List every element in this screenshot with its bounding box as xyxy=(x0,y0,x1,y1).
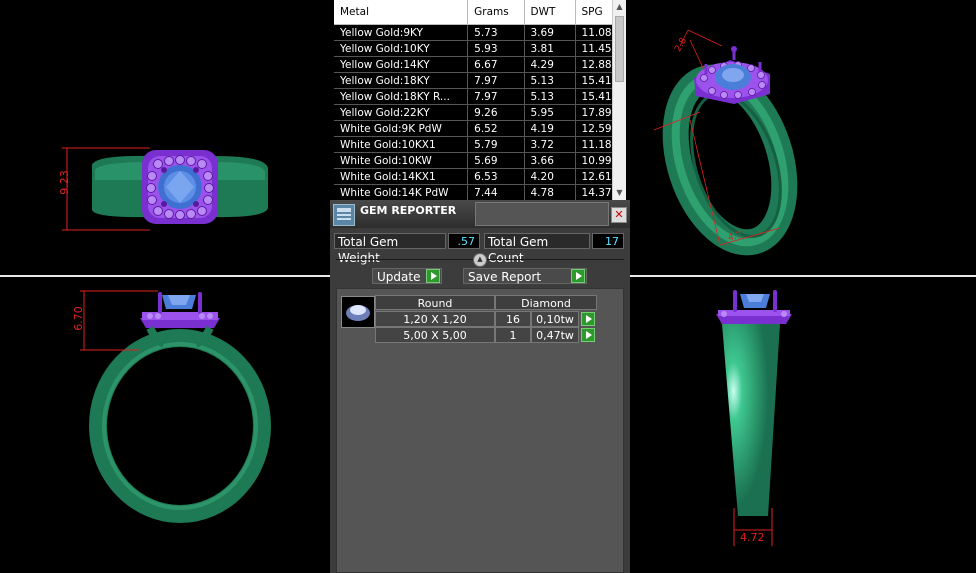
splitter-collapse-icon[interactable]: ▲ xyxy=(473,253,487,267)
grams-value: 5.79 xyxy=(467,136,525,153)
viewport-side-view[interactable]: 4.72 xyxy=(630,278,976,573)
table-header-row: Metal Grams DWT SPG xyxy=(334,0,626,25)
dwt-value: 5.95 xyxy=(524,104,576,121)
ring-top-view xyxy=(62,147,268,231)
table-row[interactable]: Yellow Gold:22KY 9.26 5.95 17.89 xyxy=(334,104,626,121)
table-row[interactable]: Yellow Gold:18KY 7.97 5.13 15.41 xyxy=(334,72,626,89)
gem-reporter-panel: GEM REPORTER ✕ Total Gem Weight .57 Tota… xyxy=(330,200,630,573)
update-button-label: Update xyxy=(377,270,421,284)
grams-value: 7.97 xyxy=(467,72,525,89)
grams-value: 6.67 xyxy=(467,56,525,73)
metal-name: Yellow Gold:18KY xyxy=(334,72,469,89)
gem-list: Round Diamond 1,20 X 1,20 16 0,10tw 5,00… xyxy=(336,288,624,573)
gem-reporter-title: GEM REPORTER xyxy=(360,204,457,217)
column-header-grams[interactable]: Grams xyxy=(467,0,525,25)
table-row[interactable]: Yellow Gold:9KY 5.73 3.69 11.08 xyxy=(334,24,626,41)
metal-name: White Gold:14K PdW xyxy=(334,184,469,200)
dimension-label-width: 9.23 xyxy=(57,170,71,195)
metal-name: White Gold:10KW xyxy=(334,152,469,169)
table-row[interactable]: Yellow Gold:18KY R... 7.97 5.13 15.41 xyxy=(334,88,626,105)
dwt-value: 4.19 xyxy=(524,120,576,137)
close-icon[interactable]: ✕ xyxy=(611,207,627,223)
save-report-button-label: Save Report xyxy=(468,270,542,284)
gem-weight: 0,47tw xyxy=(531,327,579,343)
gem-shape-header: Round xyxy=(375,295,495,310)
viewport-perspective[interactable]: 2.8 4.7 xyxy=(630,0,976,275)
save-report-button[interactable]: Save Report xyxy=(463,268,587,284)
metal-name: Yellow Gold:9KY xyxy=(334,24,469,41)
viewport-front-view[interactable]: 6.70 xyxy=(0,278,330,573)
gem-size: 5,00 X 5,00 xyxy=(375,327,495,343)
gem-reporter-titlebar[interactable]: GEM REPORTER ✕ xyxy=(330,200,630,228)
metal-name: White Gold:10KX1 xyxy=(334,136,469,153)
metal-name: Yellow Gold:14KY xyxy=(334,56,469,73)
titlebar-spacer xyxy=(475,202,609,226)
grams-value: 5.93 xyxy=(467,40,525,57)
play-arrow-icon xyxy=(426,269,440,283)
ring-front-view xyxy=(80,290,271,523)
dimension-label-band-width: 4.72 xyxy=(740,531,765,544)
play-arrow-icon[interactable] xyxy=(581,312,595,326)
scroll-up-arrow-icon[interactable]: ▲ xyxy=(615,2,624,12)
metal-weight-table-panel[interactable]: Metal Grams DWT SPG Yellow Gold:9KY 5.73 3… xyxy=(334,0,626,200)
dwt-value: 4.20 xyxy=(524,168,576,185)
table-row[interactable]: White Gold:14KX1 6.53 4.20 12.61 xyxy=(334,168,626,185)
dwt-value: 4.78 xyxy=(524,184,576,200)
grams-value: 5.73 xyxy=(467,24,525,41)
metal-table-scrollbar[interactable]: ▲ ▼ xyxy=(612,0,626,200)
dwt-value: 5.13 xyxy=(524,88,576,105)
metal-name: White Gold:9K PdW xyxy=(334,120,469,137)
gem-reporter-icon xyxy=(333,204,355,226)
total-gem-count-value: 17 xyxy=(592,233,624,249)
table-row[interactable]: White Gold:14K PdW 7.44 4.78 14.37 xyxy=(334,184,626,200)
dwt-value: 3.72 xyxy=(524,136,576,153)
metal-name: Yellow Gold:18KY R... xyxy=(334,88,469,105)
dimension-label-setting-height: 6.70 xyxy=(71,306,85,331)
table-row[interactable]: Yellow Gold:14KY 6.67 4.29 12.88 xyxy=(334,56,626,73)
gem-count: 16 xyxy=(495,311,531,327)
grams-value: 7.97 xyxy=(467,88,525,105)
play-arrow-icon[interactable] xyxy=(581,328,595,342)
grams-value: 6.53 xyxy=(467,168,525,185)
dwt-value: 3.69 xyxy=(524,24,576,41)
column-header-dwt[interactable]: DWT xyxy=(524,0,576,25)
round-diamond-thumbnail-icon[interactable] xyxy=(341,296,375,328)
scroll-down-arrow-icon[interactable]: ▼ xyxy=(615,188,624,198)
table-row[interactable]: White Gold:9K PdW 6.52 4.19 12.59 xyxy=(334,120,626,137)
gem-count: 1 xyxy=(495,327,531,343)
total-gem-weight-value: .57 xyxy=(448,233,480,249)
grams-value: 7.44 xyxy=(467,184,525,200)
metal-name: White Gold:14KX1 xyxy=(334,168,469,185)
dwt-value: 3.81 xyxy=(524,40,576,57)
column-header-metal[interactable]: Metal xyxy=(334,0,469,25)
dwt-value: 5.13 xyxy=(524,72,576,89)
gem-size: 1,20 X 1,20 xyxy=(375,311,495,327)
gem-weight: 0,10tw xyxy=(531,311,579,327)
ring-side-view xyxy=(716,290,792,546)
gem-stone-header: Diamond xyxy=(495,295,597,310)
grams-value: 5.69 xyxy=(467,152,525,169)
total-gem-weight-label: Total Gem Weight xyxy=(334,233,446,265)
table-row[interactable]: Yellow Gold:10KY 5.93 3.81 11.45 xyxy=(334,40,626,57)
grams-value: 6.52 xyxy=(467,120,525,137)
play-arrow-icon xyxy=(571,269,585,283)
dwt-value: 3.66 xyxy=(524,152,576,169)
dwt-value: 4.29 xyxy=(524,56,576,73)
metal-weight-table: Metal Grams DWT SPG Yellow Gold:9KY 5.73 3… xyxy=(334,0,626,200)
viewport-top-view[interactable]: 9.23 xyxy=(0,0,330,275)
metal-name: Yellow Gold:10KY xyxy=(334,40,469,57)
update-button[interactable]: Update xyxy=(372,268,442,284)
total-gem-count-label: Total Gem Count xyxy=(484,233,590,265)
table-row[interactable]: White Gold:10KW 5.69 3.66 10.99 xyxy=(334,152,626,169)
scroll-thumb[interactable] xyxy=(615,16,624,82)
table-row[interactable]: White Gold:10KX1 5.79 3.72 11.18 xyxy=(334,136,626,153)
grams-value: 9.26 xyxy=(467,104,525,121)
metal-name: Yellow Gold:22KY xyxy=(334,104,469,121)
